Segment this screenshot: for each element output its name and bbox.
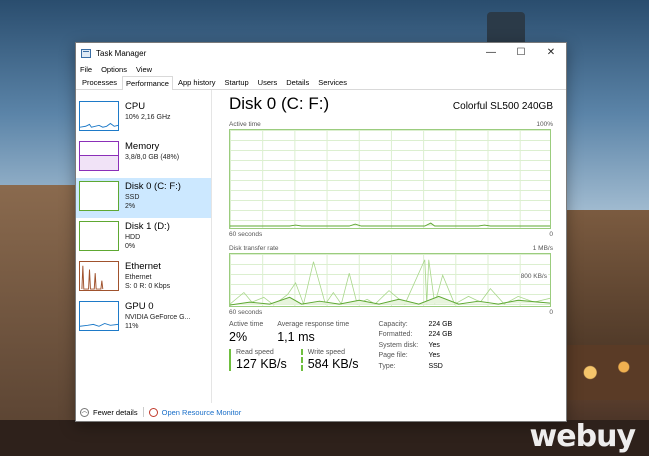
active-time-chart-max: 100% bbox=[536, 121, 553, 128]
close-button[interactable]: ✕ bbox=[536, 43, 566, 63]
sidebar-label-memory: Memory bbox=[125, 141, 160, 152]
menu-view[interactable]: View bbox=[136, 65, 152, 74]
sidebar-item-ethernet[interactable]: Ethernet Ethernet S: 0 R: 0 Kbps bbox=[76, 258, 211, 298]
disk1-thumbnail-graph bbox=[79, 221, 119, 251]
task-manager-window: Task Manager — ☐ ✕ File Options View Pro… bbox=[75, 42, 567, 422]
tab-bar: Processes Performance App history Startu… bbox=[76, 75, 566, 90]
prop-key: Type: bbox=[378, 362, 396, 370]
sidebar-sub2-gpu0: 11% bbox=[125, 323, 139, 330]
disk-properties: Capacity: 224 GB Formatted: 224 GB Syste… bbox=[378, 321, 452, 371]
sidebar-sub2-disk1: 0% bbox=[125, 243, 136, 250]
sidebar-label-disk1: Disk 1 (D:) bbox=[125, 221, 170, 232]
write-speed-label: Write speed bbox=[307, 349, 345, 356]
active-time-value: 2% bbox=[229, 330, 248, 344]
prop-value: 224 GB bbox=[428, 321, 453, 328]
response-time-label: Average response time bbox=[277, 321, 350, 328]
footer-bar: ︿ Fewer details Open Resource Monitor bbox=[76, 403, 566, 421]
maximize-button[interactable]: ☐ bbox=[506, 43, 536, 63]
transfer-rate-chart-foot-right: 0 bbox=[549, 309, 553, 316]
active-time-chart-foot-left: 60 seconds bbox=[229, 231, 263, 238]
fewer-details-button[interactable]: Fewer details bbox=[93, 408, 138, 417]
menu-file[interactable]: File bbox=[80, 65, 92, 74]
background-castle-left bbox=[0, 185, 78, 430]
disk0-thumbnail-graph bbox=[79, 181, 119, 211]
sidebar-sub-memory: 3,8/8,0 GB (48%) bbox=[125, 154, 180, 161]
webuy-watermark: webuy bbox=[529, 419, 636, 454]
prop-key: Capacity: bbox=[378, 321, 408, 328]
read-speed-value: 127 KB/s bbox=[236, 357, 287, 371]
sidebar-item-memory[interactable]: Memory 3,8/8,0 GB (48%) bbox=[76, 138, 211, 178]
tab-users[interactable]: Users bbox=[254, 75, 282, 89]
sidebar-item-cpu[interactable]: CPU 10% 2,16 GHz bbox=[76, 98, 211, 138]
tab-performance[interactable]: Performance bbox=[122, 76, 173, 90]
active-time-chart bbox=[229, 129, 551, 229]
active-time-label: Active time bbox=[229, 321, 264, 328]
read-speed-block: Read speed 127 KB/s bbox=[229, 349, 287, 371]
tab-startup[interactable]: Startup bbox=[220, 75, 252, 89]
menu-options[interactable]: Options bbox=[101, 65, 127, 74]
sidebar-sub2-ethernet: S: 0 R: 0 Kbps bbox=[125, 283, 171, 290]
background-tower bbox=[487, 12, 525, 46]
sidebar-sub-cpu: 10% 2,16 GHz bbox=[125, 114, 171, 121]
resource-monitor-icon[interactable] bbox=[148, 407, 158, 417]
prop-value: Yes bbox=[428, 352, 440, 360]
sidebar-label-gpu0: GPU 0 bbox=[125, 301, 154, 312]
sidebar-sub1-disk1: HDD bbox=[125, 234, 141, 241]
footer-divider bbox=[142, 407, 144, 417]
sidebar-sub1-disk0: SSD bbox=[125, 194, 140, 201]
transfer-rate-chart-label: Disk transfer rate bbox=[229, 245, 279, 252]
transfer-rate-chart-max: 1 MB/s bbox=[532, 245, 553, 252]
prop-key: Formatted: bbox=[378, 331, 413, 339]
disk-title: Disk 0 (C: F:) bbox=[229, 94, 330, 113]
sidebar-label-cpu: CPU bbox=[125, 101, 146, 112]
cpu-thumbnail-graph bbox=[79, 101, 119, 131]
ethernet-thumbnail-graph bbox=[79, 261, 119, 291]
tab-processes[interactable]: Processes bbox=[78, 75, 121, 89]
sidebar-label-ethernet: Ethernet bbox=[125, 261, 161, 272]
memory-thumbnail-graph bbox=[79, 141, 119, 171]
prop-value: SSD bbox=[428, 362, 443, 370]
background-lights bbox=[565, 345, 649, 400]
write-speed-block: Write speed 584 KB/s bbox=[300, 349, 359, 371]
chevron-up-icon[interactable]: ︿ bbox=[80, 407, 89, 417]
sidebar-label-disk0: Disk 0 (C: F:) bbox=[125, 181, 181, 192]
prop-value: 224 GB bbox=[428, 331, 453, 339]
disk-stats: Active time 2% Average response time 1,1… bbox=[229, 321, 553, 371]
menu-bar: File Options View bbox=[76, 63, 566, 75]
tab-app-history[interactable]: App history bbox=[174, 75, 220, 89]
open-resource-monitor-link[interactable]: Open Resource Monitor bbox=[162, 408, 242, 417]
sidebar-item-disk1[interactable]: Disk 1 (D:) HDD 0% bbox=[76, 218, 211, 258]
tab-services[interactable]: Services bbox=[314, 75, 351, 89]
minimize-button[interactable]: — bbox=[476, 43, 506, 63]
sidebar-sub2-disk0: 2% bbox=[125, 203, 136, 210]
sidebar-sub1-ethernet: Ethernet bbox=[125, 274, 152, 281]
write-speed-value: 584 KB/s bbox=[307, 357, 359, 371]
transfer-rate-chart: 800 KB/s bbox=[229, 253, 551, 307]
tab-details[interactable]: Details bbox=[282, 75, 313, 89]
gpu0-thumbnail-graph bbox=[79, 301, 119, 331]
active-time-chart-label: Active time bbox=[229, 121, 261, 128]
disk-detail-panel: Disk 0 (C: F:) Colorful SL500 240GB Acti… bbox=[212, 90, 566, 403]
active-time-chart-foot-right: 0 bbox=[549, 231, 553, 238]
transfer-rate-chart-mid: 800 KB/s bbox=[519, 273, 548, 280]
window-title: Task Manager bbox=[96, 48, 147, 58]
prop-key: Page file: bbox=[378, 352, 408, 360]
prop-value: Yes bbox=[428, 341, 440, 349]
sidebar-item-disk0[interactable]: Disk 0 (C: F:) SSD 2% bbox=[76, 178, 211, 218]
performance-sidebar: CPU 10% 2,16 GHz Memory 3,8/8,0 GB (48%)… bbox=[76, 90, 212, 403]
disk-model: Colorful SL500 240GB bbox=[452, 101, 553, 112]
sidebar-sub1-gpu0: NVIDIA GeForce G... bbox=[125, 314, 191, 321]
transfer-rate-chart-foot-left: 60 seconds bbox=[229, 309, 263, 316]
sidebar-item-gpu0[interactable]: GPU 0 NVIDIA GeForce G... 11% bbox=[76, 298, 211, 338]
response-time-value: 1,1 ms bbox=[277, 330, 315, 344]
read-speed-label: Read speed bbox=[236, 349, 274, 356]
title-bar[interactable]: Task Manager — ☐ ✕ bbox=[76, 43, 566, 63]
prop-key: System disk: bbox=[378, 341, 419, 349]
task-manager-icon bbox=[81, 48, 91, 58]
